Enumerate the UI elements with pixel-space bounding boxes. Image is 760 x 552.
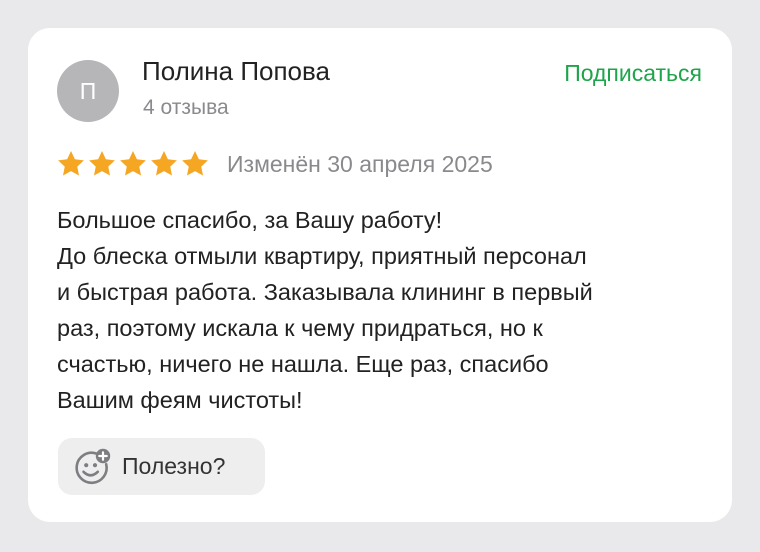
rating-row: Изменён 30 апреля 2025 [56, 148, 493, 180]
review-text-line: До блеска отмыли квартиру, приятный перс… [57, 243, 587, 269]
avatar-initial: П [79, 77, 97, 104]
star-rating [56, 149, 211, 179]
smile-plus-icon [75, 448, 111, 484]
star-icon [182, 151, 208, 176]
avatar[interactable]: П [57, 60, 119, 122]
review-text-line: раз, поэтому искала к чему придраться, н… [57, 315, 543, 341]
review-text-line: счастью, ничего не нашла. Еще раз, спаси… [57, 351, 549, 377]
helpful-label: Полезно? [122, 453, 226, 479]
review-text: Большое спасибо, за Вашу работу! До блес… [57, 202, 717, 418]
review-text-line: и быстрая работа. Заказывала клининг в п… [57, 279, 593, 305]
review-text-line: Вашим феям чистоты! [57, 387, 303, 413]
edited-date: Изменён 30 апреля 2025 [227, 150, 493, 177]
author-review-count: 4 отзыва [143, 96, 229, 119]
review-card: П Полина Попова 4 отзыва Подписаться Изм… [28, 28, 732, 522]
star-icon [151, 151, 177, 176]
star-icon [89, 151, 115, 176]
review-text-line: Большое спасибо, за Вашу работу! [57, 207, 443, 233]
star-icon [58, 151, 84, 176]
page: П Полина Попова 4 отзыва Подписаться Изм… [0, 0, 760, 552]
subscribe-button[interactable]: Подписаться [564, 60, 702, 87]
star-icon [120, 151, 146, 176]
author-name[interactable]: Полина Попова [142, 56, 330, 87]
helpful-button[interactable]: Полезно? [58, 438, 265, 495]
